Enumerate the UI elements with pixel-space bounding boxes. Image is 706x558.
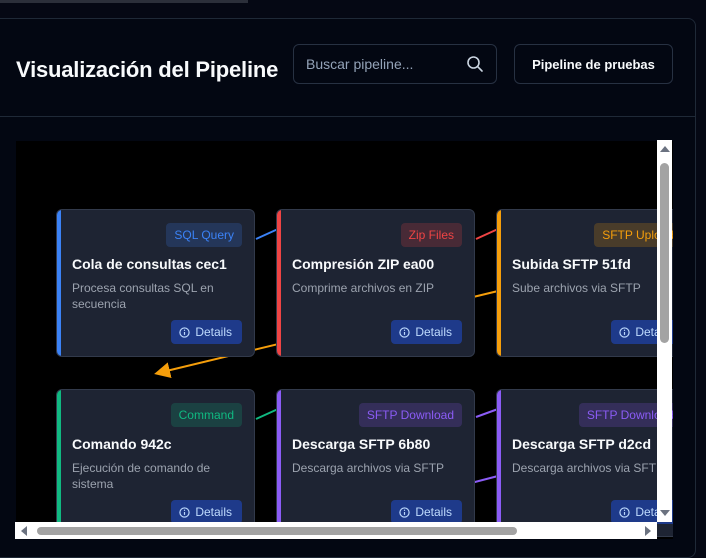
horizontal-scrollbar[interactable] xyxy=(15,522,657,539)
node-type-badge: SQL Query xyxy=(166,223,242,247)
info-icon xyxy=(619,506,630,518)
edge-n5-n6 xyxy=(475,408,499,418)
details-button[interactable]: Details xyxy=(391,500,462,524)
node-title: Compresión ZIP ea00 xyxy=(292,256,435,272)
node-title: Subida SFTP 51fd xyxy=(512,256,631,272)
node-description: Descarga archivos via SFTP xyxy=(512,461,665,475)
scroll-right-arrow-icon[interactable] xyxy=(645,526,651,536)
pipeline-node-card[interactable]: Command Comando 942c Ejecución de comand… xyxy=(56,389,255,537)
pipeline-canvas[interactable]: SQL Query Cola de consultas cec1 Procesa… xyxy=(16,141,673,539)
node-accent-bar xyxy=(57,210,61,356)
info-icon xyxy=(619,326,630,338)
scroll-up-arrow-icon[interactable] xyxy=(660,146,670,152)
edge-n1-n2 xyxy=(255,228,279,240)
details-label: Details xyxy=(415,505,452,519)
search-input[interactable] xyxy=(294,45,464,83)
scroll-left-arrow-icon[interactable] xyxy=(21,526,27,536)
vertical-scroll-thumb[interactable] xyxy=(660,163,669,343)
node-title: Descarga SFTP d2cd xyxy=(512,436,652,452)
node-accent-bar xyxy=(497,210,501,356)
node-description: Ejecución de comando de sistema xyxy=(72,461,211,491)
node-title: Comando 942c xyxy=(72,436,172,452)
details-button[interactable]: Details xyxy=(391,320,462,344)
node-title: Descarga SFTP 6b80 xyxy=(292,436,431,452)
pipeline-node-card[interactable]: SFTP Download Descarga SFTP 6b80 Descarg… xyxy=(276,389,475,537)
pipeline-node-card[interactable]: SQL Query Cola de consultas cec1 Procesa… xyxy=(56,209,255,357)
pipeline-panel: Visualización del Pipeline Pipeline de p… xyxy=(0,18,696,558)
node-description: Sube archivos via SFTP xyxy=(512,281,641,295)
search-icon[interactable] xyxy=(466,55,484,73)
horizontal-scroll-thumb[interactable] xyxy=(37,527,517,535)
node-accent-bar xyxy=(277,390,281,536)
node-type-badge: Command xyxy=(170,403,242,427)
pipeline-node-card[interactable]: SFTP Download Descarga SFTP d2cd Descarg… xyxy=(496,389,673,537)
edge-n2-n3 xyxy=(475,228,499,240)
edge-n4-n5 xyxy=(255,408,279,420)
node-description: Comprime archivos en ZIP xyxy=(292,281,435,295)
pipeline-node-card[interactable]: SFTP Upload Subida SFTP 51fd Sube archiv… xyxy=(496,209,673,357)
node-type-badge: Zip Files xyxy=(400,223,462,247)
node-accent-bar xyxy=(497,390,501,536)
test-pipeline-button[interactable]: Pipeline de pruebas xyxy=(514,44,673,84)
info-icon xyxy=(399,506,410,518)
panel-header: Visualización del Pipeline Pipeline de p… xyxy=(0,19,695,117)
scroll-down-arrow-icon[interactable] xyxy=(660,510,670,516)
details-button[interactable]: Details xyxy=(171,320,242,344)
node-title: Cola de consultas cec1 xyxy=(72,256,227,272)
details-label: Details xyxy=(415,325,452,339)
node-type-badge: SFTP Download xyxy=(358,403,462,427)
node-accent-bar xyxy=(57,390,61,536)
details-label: Details xyxy=(195,505,232,519)
pipeline-node-card[interactable]: Zip Files Compresión ZIP ea00 Comprime a… xyxy=(276,209,475,357)
vertical-scrollbar[interactable] xyxy=(657,140,672,522)
details-label: Details xyxy=(195,325,232,339)
node-accent-bar xyxy=(277,210,281,356)
details-button[interactable]: Details xyxy=(171,500,242,524)
node-description: Descarga archivos via SFTP xyxy=(292,461,445,475)
info-icon xyxy=(179,326,190,338)
search-box xyxy=(293,44,497,84)
info-icon xyxy=(399,326,410,338)
info-icon xyxy=(179,506,190,518)
window-top-strip xyxy=(0,0,248,3)
page-title: Visualización del Pipeline xyxy=(16,57,279,82)
node-description: Procesa consultas SQL en secuencia xyxy=(72,281,214,311)
